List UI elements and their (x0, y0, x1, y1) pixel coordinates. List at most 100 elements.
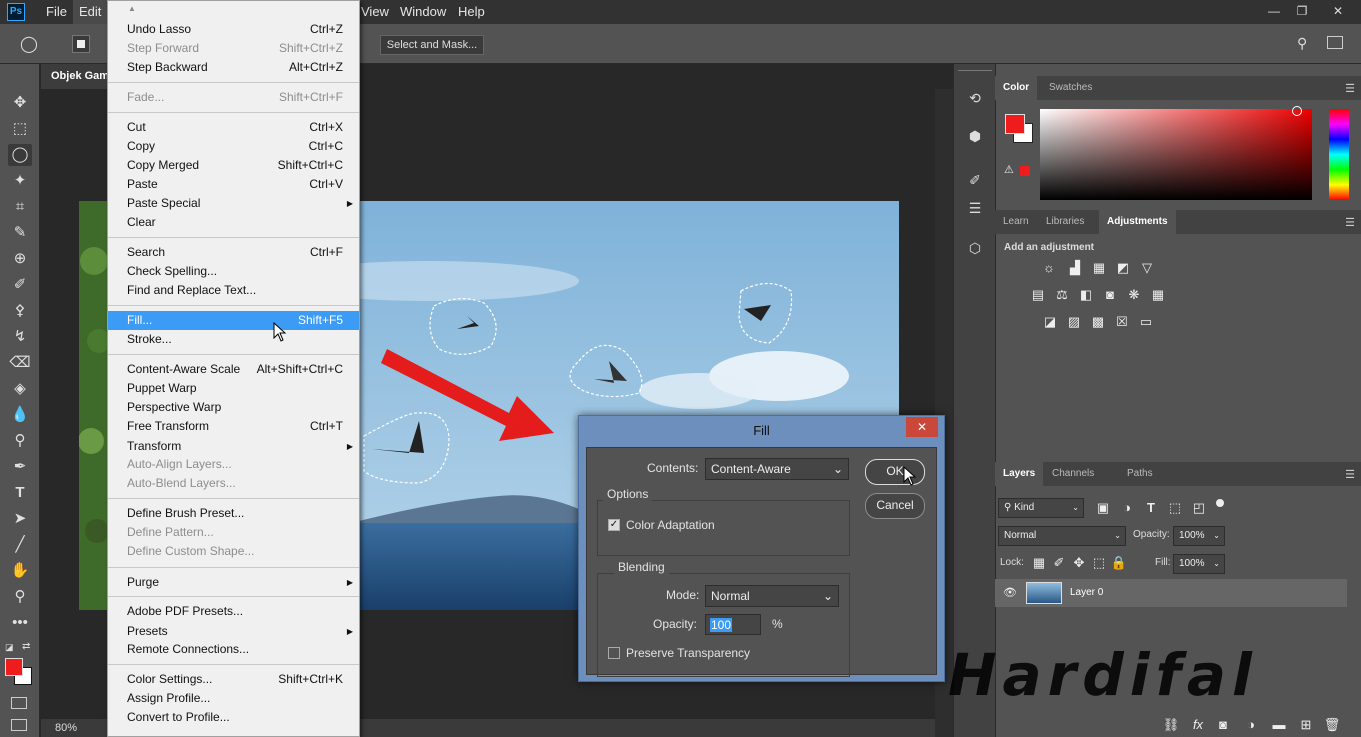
pen-tool-icon[interactable]: ✒ (8, 456, 32, 478)
eraser-tool-icon[interactable]: ⌫ (8, 352, 32, 374)
menu-file[interactable]: File (40, 0, 73, 24)
zoom-level[interactable]: 80% (55, 722, 77, 734)
screen-mode-icon[interactable] (11, 719, 27, 731)
stamp-tool-icon[interactable]: ⚴ (8, 300, 32, 322)
layer-fill-input[interactable]: 100% ⌄ (1173, 554, 1225, 574)
paint-bucket-tool-icon[interactable]: ◈ (8, 378, 32, 400)
edit-menu-item[interactable]: Stroke... (108, 330, 359, 349)
layer-filter-select[interactable]: ⚲ Kind ⌄ (998, 498, 1084, 518)
edit-menu-item[interactable]: Define Brush Preset... (108, 504, 359, 523)
tab-learn[interactable]: Learn (995, 210, 1037, 234)
filter-shape-icon[interactable]: ⬚ (1166, 500, 1184, 516)
edit-menu-item[interactable]: Assign Profile... (108, 689, 359, 708)
panel-menu-icon[interactable]: ☰ (1345, 82, 1355, 95)
select-and-mask-button[interactable]: Select and Mask... (380, 35, 484, 55)
edit-menu-item[interactable]: Cut Ctrl+X (108, 118, 359, 137)
scroll-up-icon[interactable]: ▲ (128, 4, 136, 13)
color-field[interactable] (1040, 109, 1312, 200)
menu-window[interactable]: Window (394, 0, 452, 24)
new-selection-icon[interactable] (72, 35, 90, 53)
edit-menu-item[interactable]: Step Backward Alt+Ctrl+Z (108, 58, 359, 77)
quick-mask-icon[interactable] (11, 697, 27, 709)
edit-menu-item[interactable]: Fade... Shift+Ctrl+F (108, 88, 359, 107)
filter-smart-object-icon[interactable]: ◰ (1190, 500, 1208, 516)
filter-toggle-icon[interactable] (1216, 499, 1224, 507)
search-icon[interactable]: ⚲ (1297, 35, 1307, 52)
add-mask-icon[interactable]: ◙ (1214, 717, 1232, 733)
edit-menu-item[interactable]: Copy Ctrl+C (108, 137, 359, 156)
edit-menu-item[interactable]: Content-Aware Scale Alt+Shift+Ctrl+C (108, 360, 359, 379)
preserve-transparency-checkbox[interactable] (608, 647, 620, 659)
levels-icon[interactable]: ▟ (1066, 260, 1084, 276)
lock-pixels-icon[interactable]: ✐ (1050, 555, 1068, 571)
new-adjustment-layer-icon[interactable]: ◑ (1242, 717, 1260, 733)
color-fg-swatch[interactable] (1005, 114, 1025, 134)
tab-paths[interactable]: Paths (1119, 462, 1161, 486)
properties-icon[interactable]: ☰ (962, 196, 988, 220)
menu-help[interactable]: Help (452, 0, 491, 24)
close-icon[interactable]: ✕ (1328, 2, 1348, 20)
tab-layers[interactable]: Layers (995, 462, 1044, 486)
edit-menu-item[interactable]: Paste Special ▶ (108, 194, 359, 213)
lock-transparent-icon[interactable]: ▦ (1030, 555, 1048, 571)
menu-edit[interactable]: Edit (73, 0, 108, 24)
edit-menu-item[interactable]: Free Transform Ctrl+T (108, 417, 359, 436)
edit-menu-item[interactable]: Presets ▶ (108, 622, 359, 641)
opacity-input[interactable]: 100 (705, 614, 761, 635)
edit-menu-item[interactable]: Copy Merged Shift+Ctrl+C (108, 156, 359, 175)
cube-icon[interactable]: ⬡ (962, 236, 988, 260)
hand-tool-icon[interactable]: ✋ (8, 560, 32, 582)
zoom-tool-icon[interactable]: ⚲ (8, 586, 32, 608)
brush-tool-icon[interactable]: ✐ (8, 274, 32, 296)
lock-artboard-icon[interactable]: ⬚ (1090, 555, 1108, 571)
gamut-swatch[interactable] (1020, 166, 1030, 176)
tab-color[interactable]: Color (995, 76, 1038, 100)
layer-opacity-input[interactable]: 100% ⌄ (1173, 526, 1225, 546)
color-lookup-icon[interactable]: ▦ (1149, 287, 1167, 303)
filter-pixel-icon[interactable]: ▣ (1094, 500, 1112, 516)
vibrance-icon[interactable]: ▽ (1138, 260, 1156, 276)
eyedropper-tool-icon[interactable]: ✎ (8, 222, 32, 244)
cancel-button[interactable]: Cancel (865, 493, 925, 519)
posterize-icon[interactable]: ▨ (1065, 314, 1083, 330)
lasso-tool-icon[interactable]: ◯ (8, 144, 32, 166)
exposure-icon[interactable]: ◩ (1114, 260, 1132, 276)
edit-menu-item[interactable]: Puppet Warp (108, 379, 359, 398)
lock-position-icon[interactable]: ✥ (1070, 555, 1088, 571)
default-colors-icon[interactable]: ◪ (5, 642, 14, 653)
tab-swatches[interactable]: Swatches (1041, 76, 1100, 100)
edit-menu-item[interactable]: Define Custom Shape... (108, 542, 359, 561)
edit-menu-item[interactable]: Color Settings... Shift+Ctrl+K (108, 670, 359, 689)
gamut-warning-icon[interactable]: ⚠ (1004, 163, 1014, 176)
workspace-icon[interactable] (1327, 36, 1343, 49)
lock-all-icon[interactable]: 🔒 (1110, 555, 1128, 571)
magic-wand-tool-icon[interactable]: ✦ (8, 170, 32, 192)
3d-icon[interactable]: ⬢ (962, 124, 988, 148)
type-tool-icon[interactable]: T (8, 482, 32, 504)
new-group-icon[interactable]: ▬ (1270, 717, 1288, 733)
minimize-icon[interactable]: — (1264, 2, 1284, 20)
marquee-tool-icon[interactable]: ⬚ (8, 118, 32, 140)
move-tool-icon[interactable]: ✥ (8, 92, 32, 114)
color-adaptation-checkbox[interactable]: ✓ (608, 519, 620, 531)
new-layer-icon[interactable]: ⊞ (1297, 717, 1315, 733)
color-balance-icon[interactable]: ⚖ (1053, 287, 1071, 303)
edit-menu-item[interactable]: Transform ▶ (108, 437, 359, 456)
fx-icon[interactable]: fx (1189, 717, 1207, 733)
restore-icon[interactable]: ❐ (1292, 2, 1312, 20)
healing-brush-tool-icon[interactable]: ⊕ (8, 248, 32, 270)
lasso-tool-preset-icon[interactable]: ◯ (20, 34, 38, 54)
edit-menu-item[interactable]: Step Forward Shift+Ctrl+Z (108, 39, 359, 58)
filter-adjustment-icon[interactable]: ◑ (1118, 500, 1136, 516)
mode-select[interactable]: Normal ⌄ (705, 585, 839, 607)
edit-menu-item[interactable]: Purge ▶ (108, 573, 359, 592)
channel-mixer-icon[interactable]: ❋ (1125, 287, 1143, 303)
edit-menu-item[interactable]: Auto-Align Layers... (108, 455, 359, 474)
panel-menu-icon[interactable]: ☰ (1345, 468, 1355, 481)
brush-settings-icon[interactable]: ✐ (962, 168, 988, 192)
edit-menu-item[interactable]: Adobe PDF Presets... (108, 602, 359, 621)
line-tool-icon[interactable]: ╱ (8, 534, 32, 556)
invert-icon[interactable]: ◪ (1041, 314, 1059, 330)
edit-menu-item[interactable]: Fill... Shift+F5 (108, 311, 359, 330)
edit-menu-item[interactable]: Paste Ctrl+V (108, 175, 359, 194)
